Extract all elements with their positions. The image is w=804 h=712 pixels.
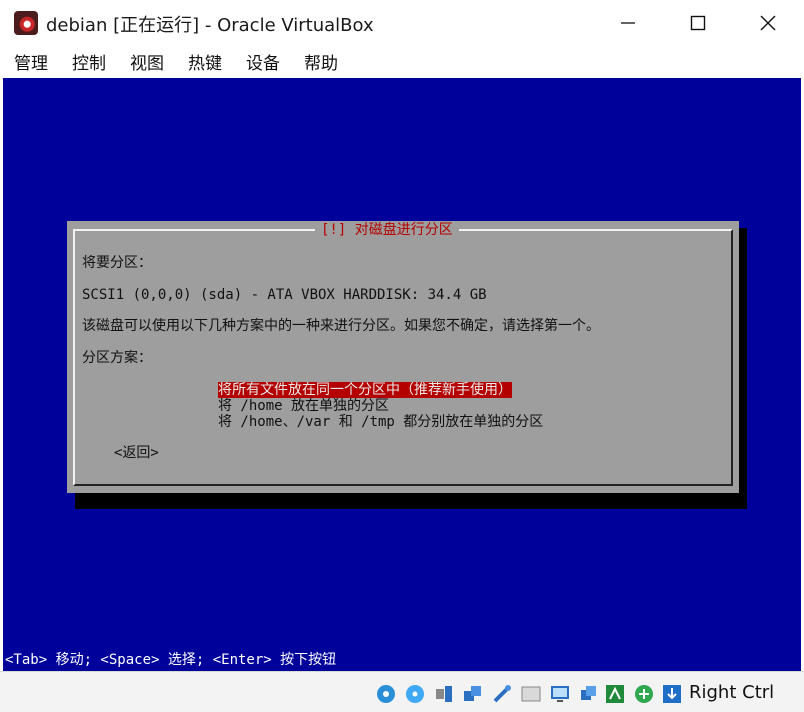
menu-help[interactable]: 帮助 (304, 49, 338, 74)
option-all-in-one[interactable]: 将所有文件放在同一个分区中（推荐新手使用） (218, 382, 512, 398)
title-bar: debian [正在运行] - Oracle VirtualBox (0, 0, 804, 45)
dialog-frame (73, 229, 733, 486)
partition-label: 将要分区： (82, 255, 152, 271)
menu-control[interactable]: 控制 (72, 49, 106, 74)
usb-icon[interactable] (491, 683, 513, 705)
menu-devices[interactable]: 设备 (246, 49, 280, 74)
hard-disk-icon[interactable] (375, 683, 397, 705)
partition-dialog: [!] 对磁盘进行分区 将要分区： SCSI1 (0,0,0) (sda) - … (67, 221, 739, 493)
minimize-icon (621, 21, 635, 24)
menu-machine[interactable]: 管理 (14, 49, 48, 74)
menu-view[interactable]: 视图 (130, 49, 164, 74)
dialog-title: [!] 对磁盘进行分区 (315, 221, 459, 239)
vm-display[interactable]: [!] 对磁盘进行分区 将要分区： SCSI1 (0,0,0) (sda) - … (3, 78, 801, 671)
menu-hotkeys[interactable]: 热键 (188, 49, 222, 74)
virtualbox-app-icon (14, 11, 38, 35)
scheme-label: 分区方案： (82, 350, 152, 366)
close-icon (760, 15, 776, 30)
audio-icon[interactable] (433, 683, 455, 705)
menu-bar: 管理 控制 视图 热键 设备 帮助 (0, 45, 804, 78)
network-icon[interactable] (462, 683, 484, 705)
minimize-button[interactable] (593, 0, 663, 45)
optical-drive-icon[interactable] (404, 683, 426, 705)
status-bar: Right Ctrl (0, 671, 804, 712)
host-key-label: Right Ctrl (689, 682, 775, 703)
window-title: debian [正在运行] - Oracle VirtualBox (46, 15, 374, 36)
option-separate-home[interactable]: 将 /home 放在单独的分区 (218, 398, 389, 414)
maximize-button[interactable] (663, 0, 733, 45)
shared-folders-icon[interactable] (520, 683, 542, 705)
disk-info: SCSI1 (0,0,0) (sda) - ATA VBOX HARDDISK:… (82, 287, 487, 303)
keyboard-icon[interactable] (661, 683, 683, 705)
back-button[interactable]: <返回> (114, 444, 159, 462)
recording-icon[interactable] (578, 683, 600, 705)
display-icon[interactable] (549, 683, 571, 705)
cpu-icon[interactable] (604, 683, 626, 705)
keyboard-help-line: <Tab> 移动; <Space> 选择; <Enter> 按下按钮 (3, 649, 801, 671)
maximize-icon (690, 15, 706, 30)
description-text: 该磁盘可以使用以下几种方案中的一种来进行分区。如果您不确定，请选择第一个。 (82, 318, 600, 334)
option-separate-home-var-tmp[interactable]: 将 /home、/var 和 /tmp 都分别放在单独的分区 (218, 414, 543, 430)
mouse-integration-icon[interactable] (633, 683, 655, 705)
close-button[interactable] (733, 0, 803, 45)
